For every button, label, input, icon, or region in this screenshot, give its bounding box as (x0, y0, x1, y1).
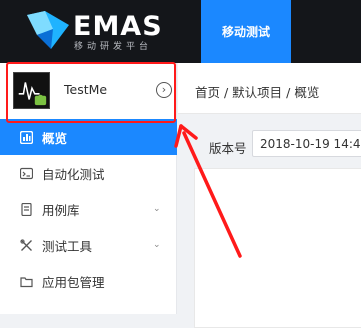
emas-logo-icon (27, 11, 69, 49)
breadcrumb-bar: 首页 / 默认项目 / 概览 (178, 63, 361, 114)
top-header: EMAS 移动研发平台 移动测试 (0, 0, 361, 63)
sidebar-item-label: 概览 (42, 130, 68, 146)
sidebar-item-label: 自动化测试 (42, 166, 105, 182)
overview-icon (19, 130, 33, 144)
chevron-down-icon: ⌄ (153, 204, 161, 214)
sidebar-item-automation[interactable]: 自动化测试 (0, 155, 177, 191)
brand-subtitle: 移动研发平台 (74, 42, 153, 52)
breadcrumb: 首页 / 默认项目 / 概览 (195, 85, 320, 100)
brand-name: EMAS (73, 11, 163, 42)
case-library-icon (19, 202, 33, 216)
sidebar-item-case-library[interactable]: 用例库 ⌄ (0, 191, 177, 227)
version-select[interactable]: 2018-10-19 14:47 (252, 130, 361, 157)
automation-icon (19, 166, 33, 180)
nav-mobile-testing[interactable]: 移动测试 (201, 0, 291, 63)
sidebar-item-test-tools[interactable]: 测试工具 ⌄ (0, 227, 177, 263)
tools-icon (19, 238, 33, 252)
sidebar-item-label: 用例库 (42, 202, 80, 218)
sidebar-item-overview[interactable]: 概览 (0, 119, 177, 155)
sidebar-item-package-management[interactable]: 应用包管理 (0, 263, 177, 299)
annotation-highlight-box (6, 62, 176, 123)
sidebar-item-label: 测试工具 (42, 238, 93, 254)
sidebar-item-label: 应用包管理 (42, 274, 105, 290)
version-label: 版本号 (209, 141, 247, 156)
package-icon (19, 274, 33, 288)
overview-panel (194, 168, 361, 328)
chevron-down-icon: ⌄ (153, 240, 161, 250)
